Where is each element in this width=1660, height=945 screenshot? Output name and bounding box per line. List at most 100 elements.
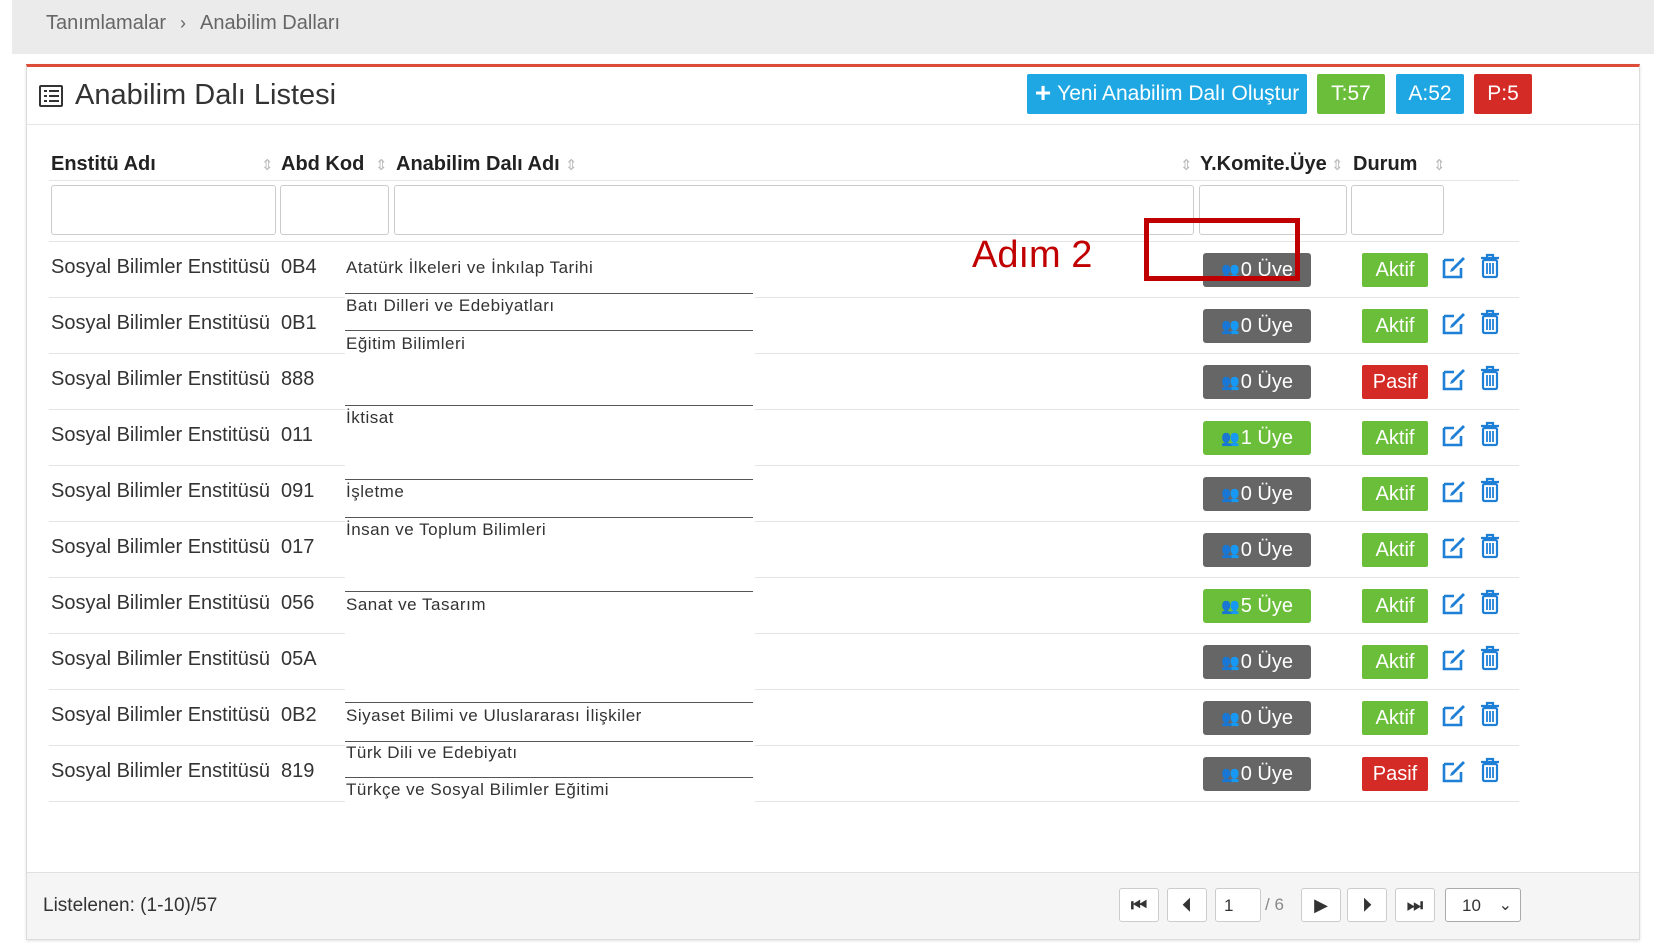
overlay-item[interactable]: İşletme <box>345 482 753 518</box>
komite-members-count: 0 Üye <box>1240 482 1293 505</box>
annotation-label: Adım 2 <box>972 234 1093 276</box>
last-page-button[interactable]: ⏭ <box>1395 888 1435 922</box>
trash-icon[interactable] <box>1479 533 1501 564</box>
trash-icon[interactable] <box>1479 645 1501 676</box>
komite-members-button[interactable]: 👥 0 Üye <box>1203 701 1311 735</box>
breadcrumb-item-anabilim-dallari: Anabilim Dalları <box>200 12 341 34</box>
passive-count-badge[interactable]: P:5 <box>1474 74 1532 114</box>
edit-icon[interactable] <box>1441 758 1469 789</box>
status-badge[interactable]: Aktif <box>1362 421 1428 455</box>
overlay-item[interactable]: İnsan ve Toplum Bilimleri <box>345 520 753 592</box>
sort-icon[interactable]: ⇕ <box>1331 156 1344 174</box>
trash-icon[interactable] <box>1479 701 1501 732</box>
users-icon: 👥 <box>1221 318 1240 335</box>
edit-icon[interactable] <box>1441 646 1469 677</box>
status-badge[interactable]: Pasif <box>1362 365 1428 399</box>
edit-icon[interactable] <box>1441 478 1469 509</box>
kod-cell: 017 <box>281 536 315 558</box>
overlay-item[interactable]: İktisat <box>345 408 753 480</box>
new-department-label: Yeni Anabilim Dalı Oluştur <box>1057 82 1300 105</box>
komite-members-button[interactable]: 👥 0 Üye <box>1203 645 1311 679</box>
overlay-item[interactable]: Türk Dili ve Edebiyatı <box>345 743 753 778</box>
enstitu-cell: Sosyal Bilimler Enstitüsü <box>51 760 270 782</box>
filter-kod-input[interactable] <box>280 185 389 235</box>
active-count-badge[interactable]: A:52 <box>1396 74 1464 114</box>
status-badge[interactable]: Aktif <box>1362 309 1428 343</box>
table-row: Sosyal Bilimler Enstitüsü 0B2 👥 0 Üye Aktif <box>27 689 1639 745</box>
sort-icon[interactable]: ⇕ <box>565 156 578 174</box>
status-badge[interactable]: Aktif <box>1362 253 1428 287</box>
overlay-item[interactable]: Eğitim Bilimleri <box>345 334 753 406</box>
komite-members-button[interactable]: 👥 1 Üye <box>1203 421 1311 455</box>
trash-icon[interactable] <box>1479 757 1501 788</box>
column-header-durum[interactable]: Durum <box>1353 153 1417 176</box>
komite-members-button[interactable]: 👥 0 Üye <box>1203 757 1311 791</box>
next-page-button[interactable]: ⏵ <box>1347 888 1387 922</box>
play-button[interactable]: ▶ <box>1301 888 1341 922</box>
komite-members-count: 5 Üye <box>1240 594 1293 617</box>
status-badge[interactable]: Aktif <box>1362 477 1428 511</box>
trash-icon[interactable] <box>1479 309 1501 340</box>
breadcrumb-item-tanimlamalar[interactable]: Tanımlamalar <box>46 12 166 35</box>
komite-members-button[interactable]: 👥 0 Üye <box>1203 365 1311 399</box>
page-size-select[interactable]: 10 ⌄ <box>1445 888 1521 922</box>
overlay-item[interactable]: Batı Dilleri ve Edebiyatları <box>345 296 753 331</box>
filter-durum-input[interactable] <box>1351 185 1444 235</box>
users-icon: 👥 <box>1221 542 1240 559</box>
edit-icon[interactable] <box>1441 702 1469 733</box>
trash-icon[interactable] <box>1479 365 1501 396</box>
sort-icon[interactable]: ⇕ <box>261 156 274 174</box>
filter-anabilim-input[interactable] <box>394 185 1194 235</box>
filter-enstitu-input[interactable] <box>51 185 276 235</box>
page-number-input[interactable]: 1 <box>1215 888 1261 922</box>
trash-icon[interactable] <box>1479 589 1501 620</box>
edit-icon[interactable] <box>1441 590 1469 621</box>
overlay-item[interactable]: Sanat ve Tasarım <box>345 595 753 703</box>
enstitu-cell: Sosyal Bilimler Enstitüsü <box>51 312 270 334</box>
new-department-button[interactable]: + Yeni Anabilim Dalı Oluştur <box>1027 74 1307 114</box>
prev-page-button[interactable]: ⏴ <box>1167 888 1207 922</box>
edit-icon[interactable] <box>1441 310 1469 341</box>
edit-icon[interactable] <box>1441 422 1469 453</box>
kod-cell: 091 <box>281 480 315 502</box>
trash-icon[interactable] <box>1479 477 1501 508</box>
kod-cell: 011 <box>281 424 313 446</box>
komite-members-button[interactable]: 👥 0 Üye <box>1203 477 1311 511</box>
total-count-badge[interactable]: T:57 <box>1317 74 1385 114</box>
komite-members-count: 0 Üye <box>1240 538 1293 561</box>
trash-icon[interactable] <box>1479 253 1501 284</box>
table-row: Sosyal Bilimler Enstitüsü 011 👥 1 Üye Aktif <box>27 409 1639 465</box>
status-badge[interactable]: Aktif <box>1362 645 1428 679</box>
first-page-button[interactable]: ⏮ <box>1119 888 1159 922</box>
column-header-durum-label: Durum <box>1353 153 1418 175</box>
column-header-enstitu[interactable]: Enstitü Adı <box>51 153 156 176</box>
edit-icon[interactable] <box>1441 534 1469 565</box>
komite-members-button[interactable]: 👥 0 Üye <box>1203 533 1311 567</box>
komite-members-button[interactable]: 👥 5 Üye <box>1203 589 1311 623</box>
sort-icon[interactable]: ⇕ <box>1180 156 1193 174</box>
overlay-item[interactable]: Siyaset Bilimi ve Uluslararası İlişkiler <box>345 706 753 742</box>
status-badge[interactable]: Aktif <box>1362 533 1428 567</box>
sort-icon[interactable]: ⇕ <box>1433 156 1446 174</box>
status-badge[interactable]: Aktif <box>1362 701 1428 735</box>
status-badge[interactable]: Aktif <box>1362 589 1428 623</box>
column-header-enstitu-label: Enstitü Adı <box>51 153 156 175</box>
top-bar: Tanımlamalar › Anabilim Dalları <box>12 0 1654 54</box>
column-header-kod[interactable]: Abd Kod <box>281 153 364 176</box>
overlay-item[interactable]: Türkçe ve Sosyal Bilimler Eğitimi <box>345 780 753 808</box>
trash-icon[interactable] <box>1479 421 1501 452</box>
column-header-komite[interactable]: Y.Komite.Üye <box>1200 153 1327 176</box>
komite-members-button[interactable]: 👥 0 Üye <box>1203 309 1311 343</box>
edit-icon[interactable] <box>1441 366 1469 397</box>
komite-members-count: 0 Üye <box>1240 762 1293 785</box>
overlay-item[interactable]: Atatürk İlkeleri ve İnkılap Tarihi <box>345 258 753 294</box>
enstitu-cell: Sosyal Bilimler Enstitüsü <box>51 424 270 446</box>
column-header-anabilim[interactable]: Anabilim Dalı Adı <box>396 153 560 176</box>
annotation-highlight-box <box>1144 218 1300 281</box>
panel-header: Anabilim Dalı Listesi + Yeni Anabilim Da… <box>27 67 1639 125</box>
panel-title: Anabilim Dalı Listesi <box>39 79 336 112</box>
edit-icon[interactable] <box>1441 254 1469 285</box>
users-icon: 👥 <box>1221 486 1240 503</box>
status-badge[interactable]: Pasif <box>1362 757 1428 791</box>
sort-icon[interactable]: ⇕ <box>375 156 388 174</box>
